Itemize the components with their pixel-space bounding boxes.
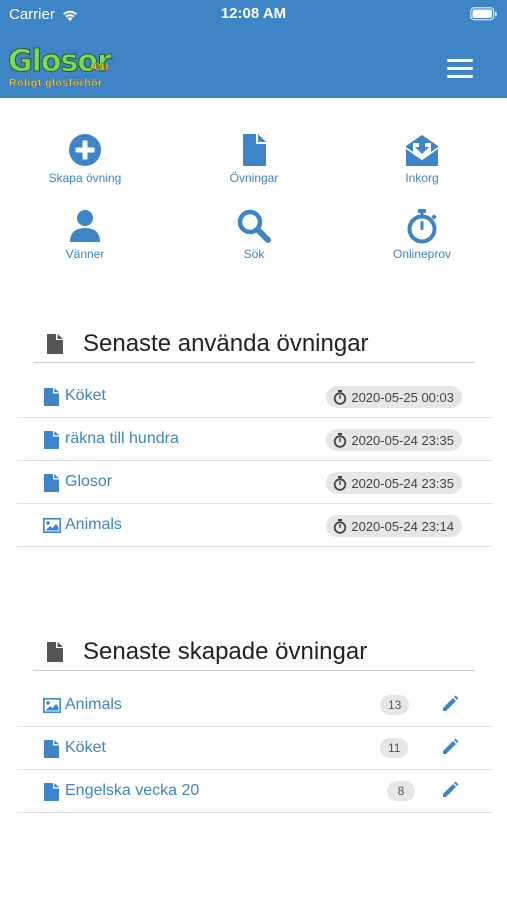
app-header: Carrier 12:08 AM Glosor .eu Roligt glosf… xyxy=(0,0,507,98)
timestamp-text: 2020-05-25 00:03 xyxy=(351,389,454,405)
status-time: 12:08 AM xyxy=(220,5,287,22)
recent-created-title: Senaste skapade övningar xyxy=(83,637,368,665)
document-icon xyxy=(44,783,59,801)
list-item[interactable]: Engelska vecka 20 8 xyxy=(17,770,493,813)
nav-exercises[interactable]: Övningar xyxy=(184,132,324,185)
timestamp-text: 2020-05-24 23:14 xyxy=(351,518,454,534)
recent-created-header: Senaste skapade övningar xyxy=(33,633,475,671)
timestamp-text: 2020-05-24 23:35 xyxy=(351,432,454,448)
document-icon xyxy=(243,134,266,166)
list-item-title: räkna till hundra xyxy=(65,430,179,447)
edit-pencil-icon[interactable] xyxy=(441,695,459,713)
stopwatch-icon xyxy=(407,209,437,244)
edit-pencil-icon[interactable] xyxy=(441,781,459,799)
document-icon xyxy=(47,333,63,354)
word-count-badge: 11 xyxy=(380,738,409,758)
nav-friends-label: Vänner xyxy=(65,247,105,261)
list-item-title: Köket xyxy=(65,739,106,756)
document-icon xyxy=(44,431,59,449)
app-logo[interactable]: Glosor .eu Roligt glosförhör xyxy=(8,44,123,92)
nav-search[interactable]: Sök xyxy=(184,208,324,261)
plus-circle-icon xyxy=(69,134,101,166)
stopwatch-icon xyxy=(334,389,347,405)
list-item-title: Engelska vecka 20 xyxy=(65,782,200,799)
inbox-envelope-icon xyxy=(405,135,439,166)
image-icon xyxy=(43,698,61,713)
recent-created-list: Animals 13 Köket 11 Engelska vecka 20 8 xyxy=(17,684,493,813)
recent-used-header: Senaste använda övningar xyxy=(33,325,475,363)
list-item[interactable]: Animals 13 xyxy=(17,684,493,727)
recent-used-title: Senaste använda övningar xyxy=(83,329,369,357)
user-icon xyxy=(70,210,100,242)
list-item-title: Animals xyxy=(65,516,122,533)
edit-pencil-icon[interactable] xyxy=(441,738,459,756)
list-item[interactable]: Köket 11 xyxy=(17,727,493,770)
list-item-title: Köket xyxy=(65,387,106,404)
stopwatch-icon xyxy=(334,432,347,448)
stopwatch-icon xyxy=(334,475,347,491)
timestamp-badge: 2020-05-24 23:35 xyxy=(326,472,462,494)
list-item-title: Glosor xyxy=(65,473,113,490)
hamburger-menu-button[interactable] xyxy=(444,56,476,80)
nav-create-exercise-label: Skapa övning xyxy=(48,171,122,185)
timestamp-text: 2020-05-24 23:35 xyxy=(351,475,454,491)
document-icon xyxy=(44,474,59,492)
recent-used-list: Köket 2020-05-25 00:03 räkna till hundra… xyxy=(17,375,493,547)
nav-search-label: Sök xyxy=(243,247,265,261)
stopwatch-icon xyxy=(334,518,347,534)
nav-exercises-label: Övningar xyxy=(229,171,279,185)
battery-icon xyxy=(470,7,498,25)
word-count-badge: 8 xyxy=(387,781,415,801)
list-item[interactable]: Animals 2020-05-24 23:14 xyxy=(17,504,493,547)
nav-friends[interactable]: Vänner xyxy=(15,208,155,261)
image-icon xyxy=(43,518,61,533)
nav-online-test-label: Onlineprov xyxy=(392,247,452,261)
list-item[interactable]: Glosor 2020-05-24 23:35 xyxy=(17,461,493,504)
document-icon xyxy=(44,740,59,758)
nav-inbox[interactable]: Inkorg xyxy=(352,132,492,185)
list-item-title: Animals xyxy=(65,696,122,713)
document-icon xyxy=(44,388,59,406)
word-count-badge: 13 xyxy=(380,695,410,715)
nav-create-exercise[interactable]: Skapa övning xyxy=(15,132,155,185)
document-icon xyxy=(47,641,63,662)
nav-inbox-label: Inkorg xyxy=(405,171,439,185)
timestamp-badge: 2020-05-25 00:03 xyxy=(326,386,462,408)
logo-domain: .eu xyxy=(90,58,109,74)
search-icon xyxy=(237,209,271,243)
list-item[interactable]: räkna till hundra 2020-05-24 23:35 xyxy=(17,418,493,461)
hamburger-icon xyxy=(447,59,473,62)
timestamp-badge: 2020-05-24 23:35 xyxy=(326,429,462,451)
timestamp-badge: 2020-05-24 23:14 xyxy=(326,515,462,537)
logo-slogan: Roligt glosförhör xyxy=(9,77,103,89)
status-bar: Carrier 12:08 AM xyxy=(0,0,507,30)
list-item[interactable]: Köket 2020-05-25 00:03 xyxy=(17,375,493,418)
nav-online-test[interactable]: Onlineprov xyxy=(352,208,492,261)
